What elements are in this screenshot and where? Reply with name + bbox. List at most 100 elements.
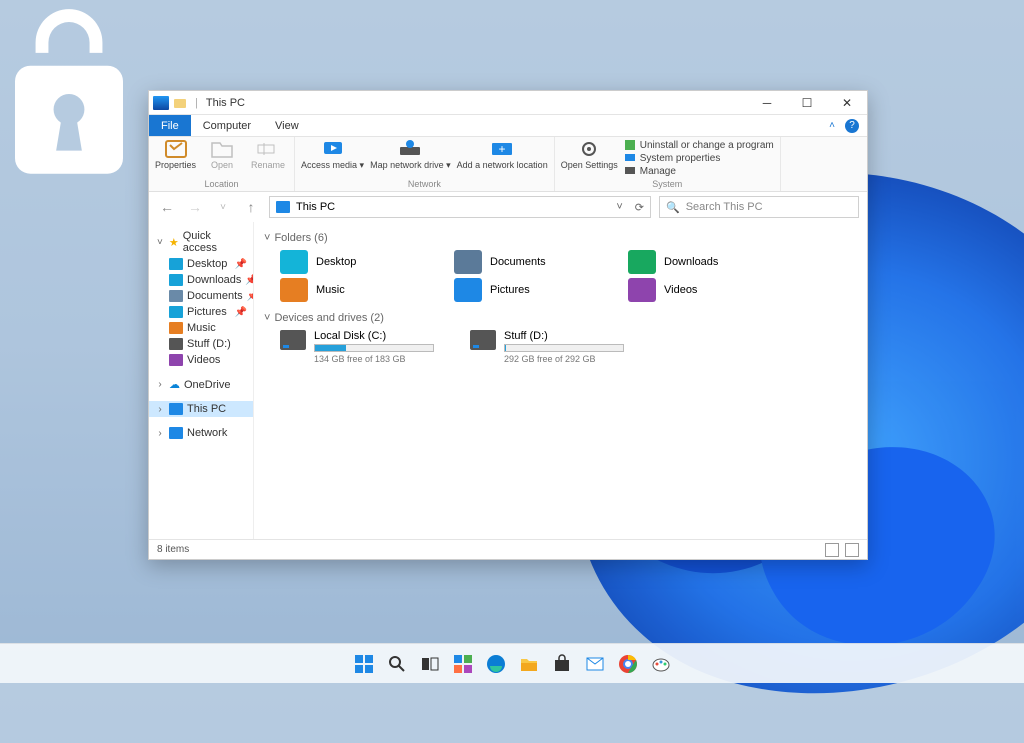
sidebar-item-pictures[interactable]: Pictures📌 <box>149 304 253 320</box>
taskbar-paint[interactable] <box>648 651 674 677</box>
sidebar-item-downloads[interactable]: Downloads📌 <box>149 272 253 288</box>
chevron-down-icon[interactable]: ˅ <box>155 237 165 248</box>
details-view-button[interactable] <box>825 543 839 557</box>
ribbon-open[interactable]: Open <box>202 139 242 170</box>
taskbar-widgets[interactable] <box>450 651 476 677</box>
folder-documents[interactable]: Documents <box>454 250 604 274</box>
sidebar-onedrive[interactable]: ›☁OneDrive <box>149 376 253 393</box>
sidebar-quick-access[interactable]: ˅ ★ Quick access <box>149 228 253 256</box>
ribbon-manage[interactable]: Manage <box>624 165 774 177</box>
drive-c[interactable]: Local Disk (C:) 134 GB free of 183 GB <box>280 330 440 364</box>
rename-icon <box>256 139 280 159</box>
videos-icon <box>169 354 183 366</box>
ribbon-add-location[interactable]: + Add a network location <box>457 139 548 170</box>
music-icon <box>169 322 183 334</box>
taskbar-mail[interactable] <box>582 651 608 677</box>
pin-icon[interactable]: 📌 <box>235 307 247 318</box>
downloads-folder-icon <box>628 250 656 274</box>
ribbon-access-media[interactable]: Access media ▾ <box>301 139 364 170</box>
ribbon-group-network: Access media ▾ Map network drive ▾ + Add… <box>295 137 555 191</box>
folder-desktop[interactable]: Desktop <box>280 250 430 274</box>
drive-label: Stuff (D:) <box>504 330 624 342</box>
documents-folder-icon <box>454 250 482 274</box>
manage-icon <box>624 165 636 177</box>
nav-up[interactable]: ↑ <box>241 197 261 217</box>
chevron-down-icon[interactable]: ˅ <box>616 201 622 213</box>
pc-icon <box>169 403 183 415</box>
downloads-icon <box>169 274 183 286</box>
ribbon-system-properties[interactable]: System properties <box>624 152 774 164</box>
nav-forward[interactable]: → <box>185 197 205 217</box>
map-drive-icon <box>398 139 422 159</box>
sidebar-item-stuff[interactable]: Stuff (D:) <box>149 336 253 352</box>
search-input[interactable]: 🔍 Search This PC <box>659 196 859 218</box>
network-icon <box>169 427 183 439</box>
uninstall-icon <box>624 139 636 151</box>
open-icon <box>210 139 234 159</box>
taskbar <box>0 643 1024 683</box>
large-icons-view-button[interactable] <box>845 543 859 557</box>
folders-section-header[interactable]: ˅ Folders (6) <box>264 232 857 244</box>
taskbar-task-view[interactable] <box>417 651 443 677</box>
sidebar-item-videos[interactable]: Videos <box>149 352 253 368</box>
ribbon-open-settings[interactable]: Open Settings <box>561 139 618 170</box>
file-explorer-window: | This PC ─ ☐ ✕ File Computer View ˄ ? P… <box>148 90 868 560</box>
drive-free-text: 134 GB free of 183 GB <box>314 354 434 364</box>
nav-recent[interactable]: ˅ <box>213 197 233 217</box>
search-placeholder: Search This PC <box>686 201 763 213</box>
ribbon-map-drive[interactable]: Map network drive ▾ <box>370 139 451 170</box>
chevron-right-icon[interactable]: › <box>155 379 165 390</box>
sidebar-item-documents[interactable]: Documents📌 <box>149 288 253 304</box>
sysprops-icon <box>624 152 636 164</box>
drive-d[interactable]: Stuff (D:) 292 GB free of 292 GB <box>470 330 630 364</box>
address-row: ← → ˅ ↑ This PC ˅ ⟳ 🔍 Search This PC <box>149 192 867 222</box>
properties-icon <box>164 139 188 159</box>
ribbon-uninstall[interactable]: Uninstall or change a program <box>624 139 774 151</box>
sidebar-item-music[interactable]: Music <box>149 320 253 336</box>
pin-icon[interactable]: 📌 <box>235 259 247 270</box>
status-bar: 8 items <box>149 539 867 559</box>
folder-videos[interactable]: Videos <box>628 278 778 302</box>
taskbar-file-explorer[interactable] <box>516 651 542 677</box>
chevron-down-icon: ˅ <box>264 232 270 244</box>
tab-file[interactable]: File <box>149 115 191 136</box>
pictures-icon <box>169 306 183 318</box>
folder-pictures[interactable]: Pictures <box>454 278 604 302</box>
minimize-button[interactable]: ─ <box>747 91 787 115</box>
drive-free-text: 292 GB free of 292 GB <box>504 354 624 364</box>
address-bar[interactable]: This PC ˅ ⟳ <box>269 196 651 218</box>
help-icon[interactable]: ? <box>845 119 859 133</box>
close-button[interactable]: ✕ <box>827 91 867 115</box>
taskbar-edge[interactable] <box>483 651 509 677</box>
sidebar-network[interactable]: ›Network <box>149 425 253 441</box>
tab-computer[interactable]: Computer <box>191 115 263 136</box>
maximize-button[interactable]: ☐ <box>787 91 827 115</box>
search-icon: 🔍 <box>666 201 680 214</box>
drive-label: Local Disk (C:) <box>314 330 434 342</box>
lock-overlay-icon <box>4 4 134 184</box>
folder-downloads[interactable]: Downloads <box>628 250 778 274</box>
videos-folder-icon <box>628 278 656 302</box>
taskbar-search[interactable] <box>384 651 410 677</box>
desktop-icon <box>169 258 183 270</box>
ribbon-rename[interactable]: Rename <box>248 139 288 170</box>
taskbar-store[interactable] <box>549 651 575 677</box>
sidebar-this-pc[interactable]: ›This PC <box>149 401 253 417</box>
pin-icon[interactable]: 📌 <box>245 275 254 286</box>
status-item-count: 8 items <box>157 544 189 555</box>
pin-icon[interactable]: 📌 <box>247 291 254 302</box>
nav-back[interactable]: ← <box>157 197 177 217</box>
start-button[interactable] <box>351 651 377 677</box>
drives-section-header[interactable]: ˅ Devices and drives (2) <box>264 312 857 324</box>
tab-view[interactable]: View <box>263 115 311 136</box>
svg-text:+: + <box>499 142 506 156</box>
chevron-right-icon[interactable]: › <box>155 404 165 415</box>
sidebar-item-desktop[interactable]: Desktop📌 <box>149 256 253 272</box>
ribbon-collapse-icon[interactable]: ˄ <box>829 120 835 131</box>
chevron-right-icon[interactable]: › <box>155 428 165 439</box>
folder-music[interactable]: Music <box>280 278 430 302</box>
taskbar-chrome[interactable] <box>615 651 641 677</box>
titlebar: | This PC ─ ☐ ✕ <box>149 91 867 115</box>
refresh-icon[interactable]: ⟳ <box>635 201 644 214</box>
ribbon-properties[interactable]: Properties <box>155 139 196 170</box>
